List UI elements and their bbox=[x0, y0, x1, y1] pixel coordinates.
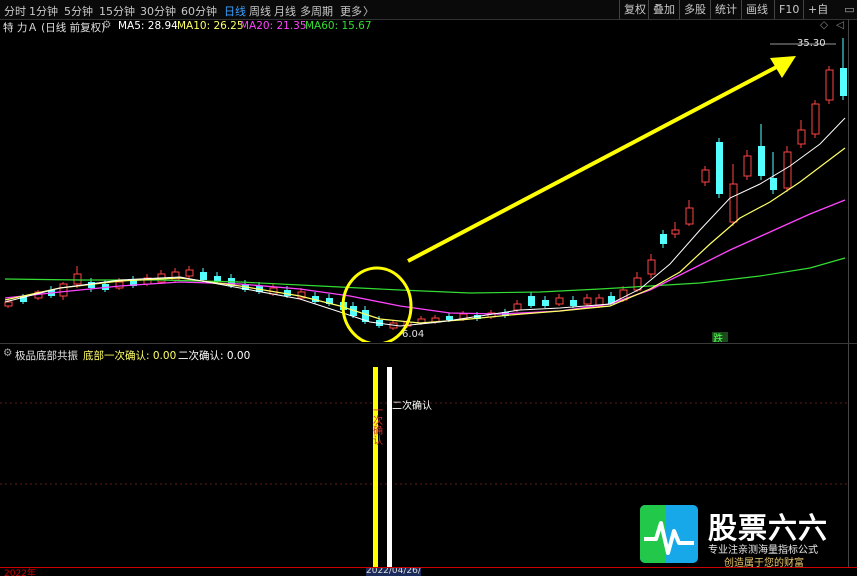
watermark-logo: 股票六六 专业注亲测海量指标公式 创造属于您的财富 bbox=[640, 505, 857, 569]
ma20-label: MA20: 21.35 bbox=[240, 20, 307, 32]
candle-body bbox=[555, 297, 564, 305]
candle-body bbox=[528, 296, 535, 306]
first-confirm-annotation: 一次确认 bbox=[371, 405, 383, 446]
tab-60min[interactable]: 60分钟 bbox=[181, 3, 217, 19]
candle-body bbox=[743, 155, 752, 177]
candle-body bbox=[4, 301, 13, 307]
candle-body bbox=[758, 146, 765, 176]
first-confirm-label: 底部一次确认: 0.00 bbox=[83, 350, 177, 362]
ma20-line bbox=[4, 199, 846, 315]
candle-body bbox=[685, 207, 694, 225]
candle-body bbox=[583, 297, 592, 305]
down-badge-label: 跌 bbox=[713, 332, 723, 342]
tab-1min[interactable]: 1分钟 bbox=[29, 3, 58, 19]
draw-line-button[interactable]: 画线 bbox=[741, 0, 772, 19]
minimize-icon[interactable]: ▭ bbox=[842, 0, 857, 19]
candle-body bbox=[542, 300, 549, 306]
candle-body bbox=[716, 142, 723, 194]
gear-icon[interactable]: ⚙ bbox=[102, 19, 111, 31]
statistics-button[interactable]: 统计 bbox=[710, 0, 741, 19]
multi-stock-button[interactable]: 多股 bbox=[679, 0, 710, 19]
custom-button[interactable]: +自 bbox=[803, 0, 843, 19]
collapse-icon[interactable]: ◁ bbox=[836, 19, 844, 31]
candle-body bbox=[701, 169, 710, 183]
candle-body bbox=[729, 183, 738, 223]
second-confirm-bar bbox=[387, 367, 392, 567]
candle-body bbox=[647, 259, 656, 275]
tab-more[interactable]: 更多 bbox=[340, 3, 362, 19]
candle-body bbox=[446, 316, 453, 320]
tab-weekly[interactable]: 周线 bbox=[249, 3, 271, 19]
chevron-right-icon[interactable]: 〉 bbox=[363, 3, 374, 19]
candle-body bbox=[633, 277, 642, 291]
tab-intraday[interactable]: 分时 bbox=[4, 3, 26, 19]
candle-body bbox=[185, 269, 194, 277]
second-confirm-annotation: 二次确认 bbox=[392, 399, 432, 412]
stock-title: 特 力Ａ (日线 前复权) bbox=[3, 22, 106, 34]
right-axis-line bbox=[848, 19, 849, 567]
candle-body bbox=[115, 281, 124, 289]
indicator-name[interactable]: 极品底部共振 bbox=[15, 348, 78, 363]
low-price-label: 6.04 bbox=[402, 329, 424, 340]
candle-group bbox=[4, 38, 847, 330]
adjust-button[interactable]: 复权 bbox=[619, 0, 650, 19]
candle-body bbox=[770, 178, 777, 190]
overlay-button[interactable]: 叠加 bbox=[648, 0, 679, 19]
ma60-line bbox=[4, 257, 846, 294]
tab-15min[interactable]: 15分钟 bbox=[99, 3, 135, 19]
ma10-label: MA10: 26.25 bbox=[177, 20, 244, 32]
first-confirm-bar bbox=[373, 367, 378, 567]
ma5-label: MA5: 28.94 bbox=[118, 20, 178, 32]
candle-body bbox=[660, 234, 667, 244]
pulse-icon bbox=[640, 505, 698, 563]
trend-arrow bbox=[407, 56, 796, 263]
tab-30min[interactable]: 30分钟 bbox=[140, 3, 176, 19]
candle-body bbox=[200, 272, 207, 280]
tab-5min[interactable]: 5分钟 bbox=[64, 3, 93, 19]
period-toolbar: 分时 1分钟 5分钟 15分钟 30分钟 60分钟 日线 周线 月线 多周期 更… bbox=[0, 0, 857, 20]
candle-body bbox=[570, 300, 577, 306]
tab-multi-period[interactable]: 多周期 bbox=[300, 3, 333, 19]
f10-button[interactable]: F10 bbox=[774, 0, 803, 19]
diamond-icon[interactable]: ◇ bbox=[820, 19, 828, 31]
ma60-label: MA60: 15.67 bbox=[305, 20, 372, 32]
candle-body bbox=[783, 151, 792, 189]
gear-icon[interactable]: ⚙ bbox=[3, 347, 12, 359]
tab-daily[interactable]: 日线 bbox=[224, 3, 246, 19]
candle-body bbox=[513, 303, 522, 311]
candle-body bbox=[840, 68, 847, 96]
indicator-header: ⚙ 极品底部共振 底部一次确认: 0.00 二次确认: 0.00 bbox=[0, 345, 857, 363]
tab-monthly[interactable]: 月线 bbox=[274, 3, 296, 19]
ma-info-bar: 特 力Ａ (日线 前复权) ⚙ MA5: 28.94 MA10: 26.25 M… bbox=[0, 19, 857, 34]
candle-body bbox=[811, 103, 820, 135]
high-price-label: 35.30 bbox=[797, 38, 826, 49]
second-confirm-label: 二次确认: 0.00 bbox=[178, 350, 251, 362]
candle-body bbox=[73, 273, 82, 285]
candle-body bbox=[825, 69, 834, 101]
candle-body bbox=[671, 229, 680, 235]
candlestick-chart: 35.30 6.04 跌 bbox=[4, 38, 847, 342]
pane-divider[interactable] bbox=[0, 343, 857, 344]
candle-body bbox=[59, 283, 68, 297]
candle-body bbox=[797, 129, 806, 145]
